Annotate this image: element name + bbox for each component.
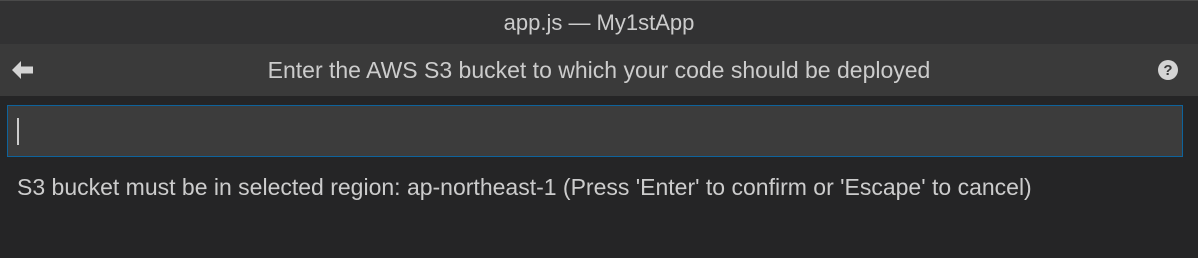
app-window: app.js — My1stApp Enter the AWS S3 bucke…: [0, 0, 1198, 258]
s3-bucket-input[interactable]: [7, 105, 1183, 157]
back-button[interactable]: [10, 58, 36, 82]
question-circle-icon: ?: [1163, 61, 1173, 79]
quick-input-header: Enter the AWS S3 bucket to which your co…: [0, 44, 1198, 96]
text-caret: [17, 118, 19, 145]
arrow-left-icon: [12, 61, 33, 79]
validation-message: S3 bucket must be in selected region: ap…: [17, 174, 1032, 200]
window-titlebar: app.js — My1stApp: [0, 0, 1198, 44]
quick-input-title: Enter the AWS S3 bucket to which your co…: [267, 56, 931, 83]
quick-input-widget: Enter the AWS S3 bucket to which your co…: [0, 44, 1198, 258]
window-title: app.js — My1stApp: [503, 9, 695, 35]
help-button[interactable]: ?: [1158, 60, 1178, 80]
